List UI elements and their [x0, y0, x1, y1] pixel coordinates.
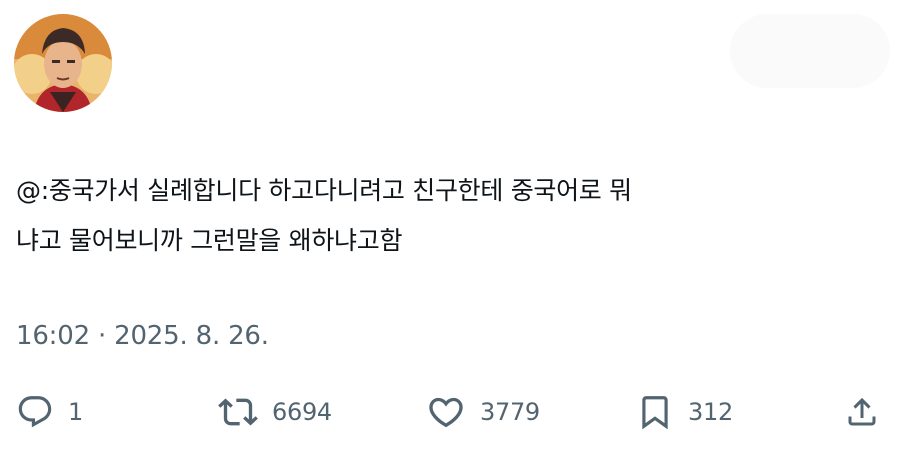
bookmark-count: 312 — [688, 398, 733, 426]
share-button[interactable] — [844, 388, 880, 436]
tweet-timestamp[interactable]: 16:02 · 2025. 8. 26. — [16, 319, 269, 353]
avatar[interactable] — [14, 14, 112, 112]
reply-button[interactable]: 1 — [16, 388, 83, 436]
tweet-text-line: 냐고 물어보니까 그런말을 왜하냐고함 — [16, 226, 403, 255]
retweet-count: 6694 — [272, 398, 332, 426]
share-icon — [848, 397, 876, 426]
tweet-actions-bar: 1 6694 3779 312 — [0, 388, 900, 436]
reply-count: 1 — [68, 398, 83, 426]
tweet-text-line: @:중국가서 실례합니다 하고다니려고 친구한테 중국어로 뭐 — [16, 176, 632, 205]
like-button[interactable]: 3779 — [426, 388, 540, 436]
retweet-button[interactable]: 6694 — [218, 388, 332, 436]
reply-icon — [18, 396, 52, 428]
retweet-icon — [218, 398, 258, 426]
tweet-text: @:중국가서 실례합니다 하고다니려고 친구한테 중국어로 뭐 냐고 물어보니까… — [16, 166, 886, 266]
bookmark-icon — [642, 396, 668, 430]
like-count: 3779 — [480, 398, 540, 426]
bookmark-button[interactable]: 312 — [636, 388, 733, 436]
redacted-username — [730, 14, 890, 88]
avatar-image — [14, 14, 112, 112]
heart-icon — [429, 397, 463, 428]
